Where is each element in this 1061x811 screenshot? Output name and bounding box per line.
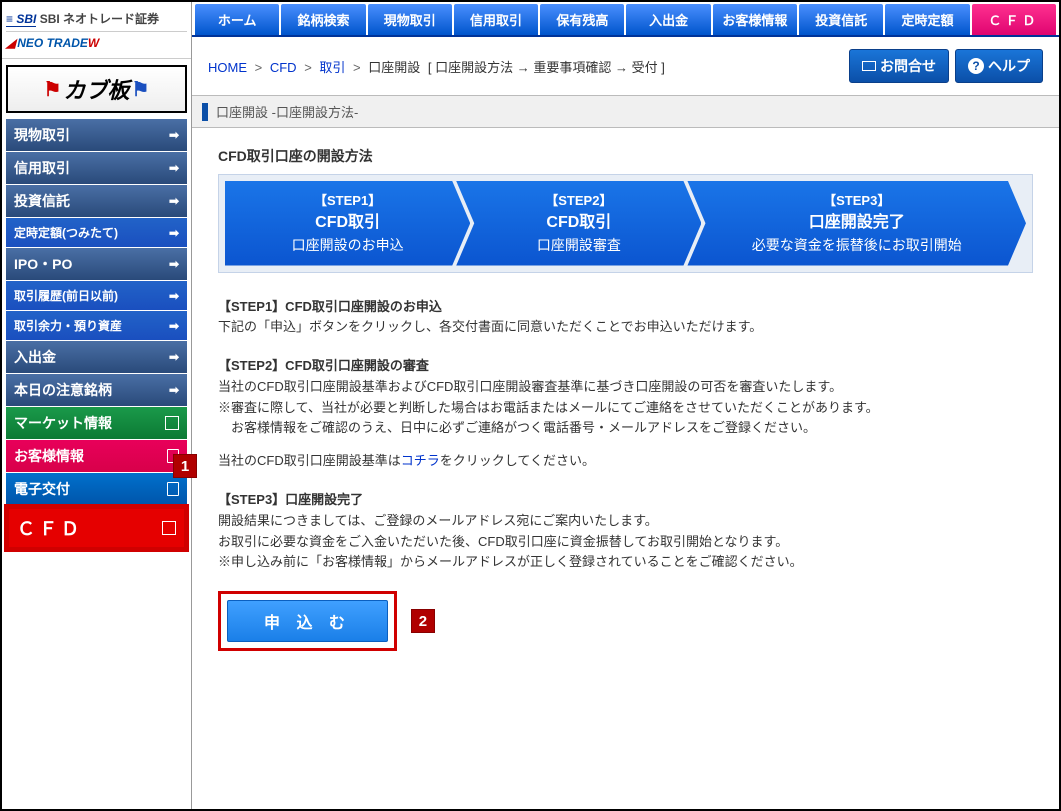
arrow-icon: ➡ — [169, 319, 179, 333]
breadcrumb-steps: [ 口座開設方法 → 重要事項確認 → 受付 ] — [428, 60, 665, 75]
apply-highlight: 申 込 む — [218, 591, 397, 651]
sidebar-item-label: 投資信託 — [14, 191, 70, 211]
sidebar-item-label: 取引余力・預り資産 — [14, 317, 122, 334]
top-tab-2[interactable]: 現物取引 — [368, 4, 452, 35]
sidebar-item-2[interactable]: 投資信託 ➡ — [6, 185, 187, 217]
step1-box: 【STEP1】 CFD取引 口座開設のお申込 — [225, 181, 470, 266]
marker-2: 2 — [411, 609, 435, 633]
popup-icon — [165, 416, 179, 430]
company-logo: ≡ SBI SBI ネオトレード証券 ◢NEO TRADEW — [2, 2, 191, 59]
contact-button[interactable]: お問合せ — [849, 49, 949, 83]
step3-box: 【STEP3】 口座開設完了 必要な資金を振替後にお取引開始 — [687, 181, 1026, 266]
breadcrumb: HOME > CFD > 取引 > 口座開設 [ 口座開設方法 → 重要事項確認… — [208, 57, 665, 76]
arrow-icon: ➡ — [169, 194, 179, 208]
top-tab-5[interactable]: 入出金 — [626, 4, 710, 35]
mail-icon — [862, 61, 876, 71]
sidebar-item-1[interactable]: 信用取引 ➡ — [6, 152, 187, 184]
sidebar-item-10[interactable]: お客様情報1 — [6, 440, 187, 472]
top-tab-0[interactable]: ホーム — [195, 4, 279, 35]
top-tab-6[interactable]: お客様情報 — [713, 4, 797, 35]
arrow-icon: ➡ — [169, 226, 179, 240]
sidebar-item-9[interactable]: マーケット情報 — [6, 407, 187, 439]
sidebar-item-8[interactable]: 本日の注意銘柄 ➡ — [6, 374, 187, 406]
document-icon — [167, 482, 179, 496]
arrow-icon: ➡ — [169, 289, 179, 303]
sidebar-item-label: 信用取引 — [14, 158, 70, 178]
top-tab-3[interactable]: 信用取引 — [454, 4, 538, 35]
top-tab-1[interactable]: 銘柄検索 — [281, 4, 365, 35]
breadcrumb-torihiki[interactable]: 取引 — [319, 60, 345, 75]
sidebar-item-3[interactable]: 定時定額(つみたて) ➡ — [6, 218, 187, 247]
sidebar-item-12[interactable]: ＣＦＤ — [6, 506, 187, 550]
sidebar-item-label: お客様情報 — [14, 446, 84, 466]
subbrand: NEO TRADE — [17, 36, 88, 50]
step3-detail: 【STEP3】口座開設完了 開設結果につきましては、ご登録のメールアドレス宛にご… — [218, 490, 1033, 573]
main-heading: CFD取引口座の開設方法 — [218, 146, 1033, 166]
kabu-banner[interactable]: ⚑ カブ板 ⚑ — [6, 65, 187, 113]
sidebar-item-label: 定時定額(つみたて) — [14, 224, 118, 241]
breadcrumb-cfd[interactable]: CFD — [270, 60, 297, 75]
top-tab-9[interactable]: ＣＦＤ — [972, 4, 1056, 35]
sidebar-item-label: マーケット情報 — [14, 413, 112, 433]
sidebar-item-7[interactable]: 入出金 ➡ — [6, 341, 187, 373]
step2-box: 【STEP2】 CFD取引 口座開設審査 — [456, 181, 701, 266]
sidebar-item-label: IPO・PO — [14, 254, 72, 274]
popup-icon — [162, 521, 176, 535]
arrow-icon: ➡ — [169, 383, 179, 397]
steps-flow: 【STEP1】 CFD取引 口座開設のお申込 【STEP2】 CFD取引 口座開… — [218, 174, 1033, 273]
company-name: SBI ネオトレード証券 — [40, 12, 159, 26]
top-tab-4[interactable]: 保有残高 — [540, 4, 624, 35]
sidebar-item-label: 本日の注意銘柄 — [14, 380, 112, 400]
breadcrumb-home[interactable]: HOME — [208, 60, 247, 75]
marker-1: 1 — [173, 454, 197, 478]
sidebar-item-11[interactable]: 電子交付 — [6, 473, 187, 505]
sidebar-item-0[interactable]: 現物取引 ➡ — [6, 119, 187, 151]
top-tab-7[interactable]: 投資信託 — [799, 4, 883, 35]
arrow-icon: ➡ — [169, 350, 179, 364]
top-tab-8[interactable]: 定時定額 — [885, 4, 969, 35]
step2-detail: 【STEP2】CFD取引口座開設の審査 当社のCFD取引口座開設基準およびCFD… — [218, 356, 1033, 472]
top-tabs: ホーム銘柄検索現物取引信用取引保有残高入出金お客様情報投資信託定時定額ＣＦＤ — [192, 2, 1059, 37]
apply-button[interactable]: 申 込 む — [227, 600, 388, 642]
sidebar-item-label: 取引履歴(前日以前) — [14, 287, 118, 304]
sidebar-item-label: 電子交付 — [14, 479, 70, 499]
sidebar-item-4[interactable]: IPO・PO ➡ — [6, 248, 187, 280]
arrow-icon: ➡ — [169, 128, 179, 142]
kabu-text: カブ板 — [63, 73, 129, 105]
kijun-link[interactable]: コチラ — [401, 453, 440, 468]
sidebar-item-label: 入出金 — [14, 347, 56, 367]
sidebar-item-label: 現物取引 — [14, 125, 70, 145]
arrow-icon: ➡ — [169, 161, 179, 175]
question-icon: ? — [968, 58, 984, 74]
help-button[interactable]: ? ヘルプ — [955, 49, 1043, 83]
breadcrumb-kouza: 口座開設 — [368, 60, 420, 75]
arrow-icon: ➡ — [169, 257, 179, 271]
section-header: 口座開設 -口座開設方法- — [192, 95, 1059, 128]
section-title: 口座開設 -口座開設方法- — [216, 102, 358, 121]
sidebar-item-5[interactable]: 取引履歴(前日以前) ➡ — [6, 281, 187, 310]
sidebar-item-label: ＣＦＤ — [17, 515, 83, 541]
step1-detail: 【STEP1】CFD取引口座開設のお申込 下記の「申込」ボタンをクリックし、各交… — [218, 297, 1033, 339]
sidebar-item-6[interactable]: 取引余力・預り資産 ➡ — [6, 311, 187, 340]
